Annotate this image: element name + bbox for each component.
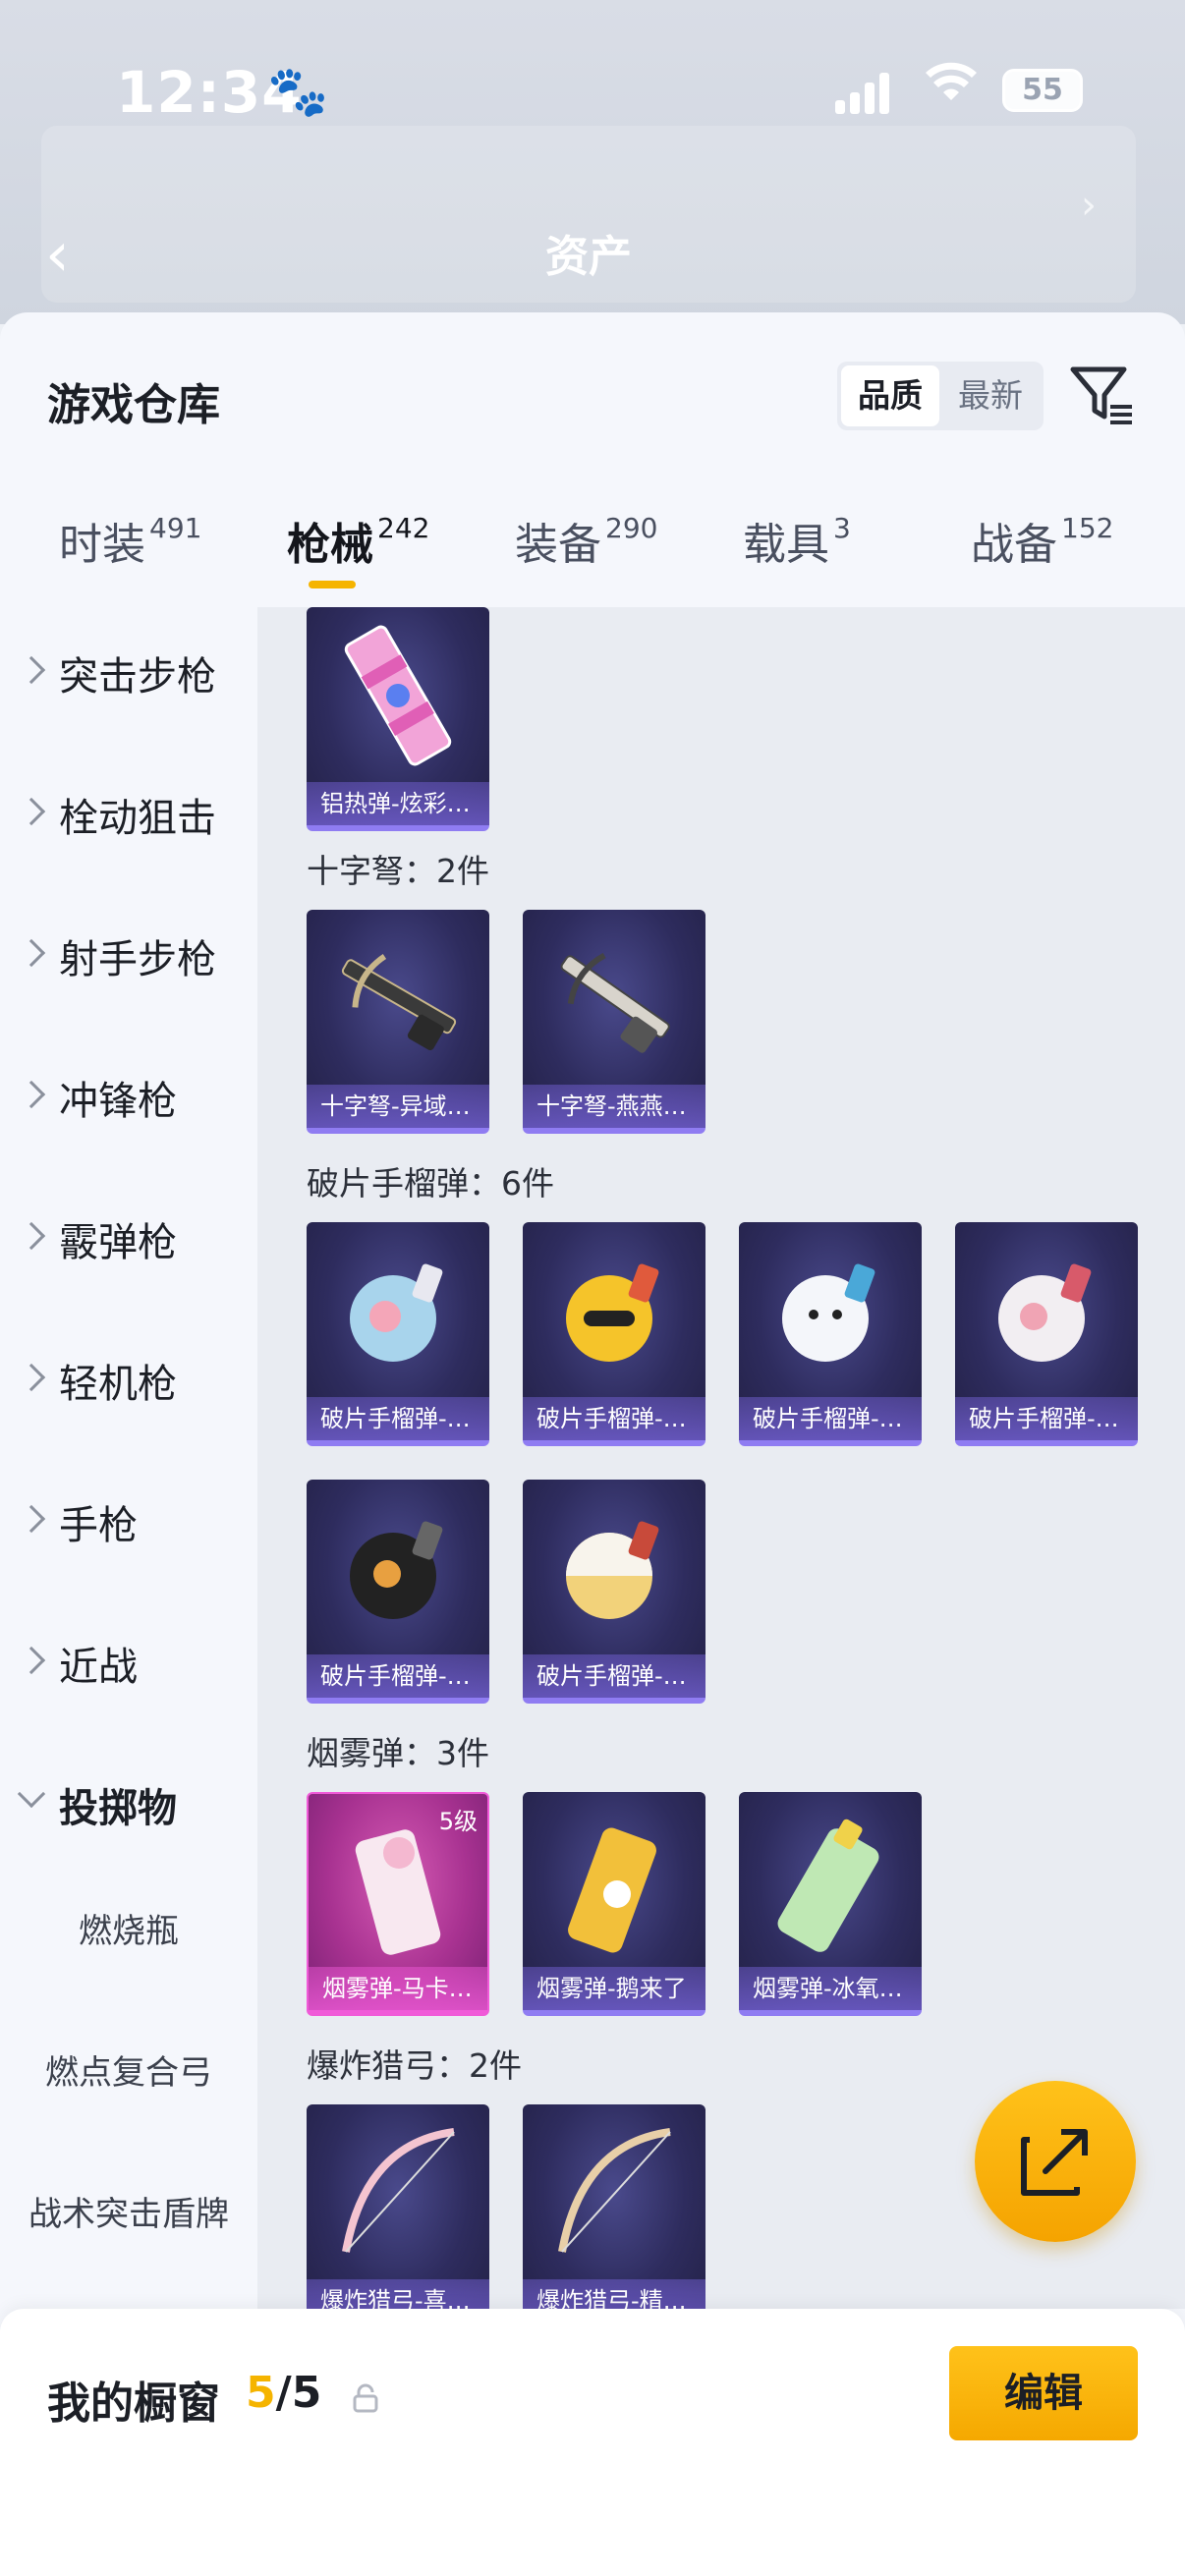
sort-by-newest-button[interactable]: 最新 bbox=[941, 365, 1040, 426]
item-card[interactable]: 爆炸猎弓-喜… bbox=[307, 2104, 489, 2309]
category-throwables[interactable]: 投掷物 bbox=[0, 1759, 257, 1857]
chevron-right-icon bbox=[17, 797, 46, 826]
item-grid: 铝热弹-炫彩… 十字弩：2件 十字弩-异域… 十字弩-燕燕… 破片手榴弹：6件 … bbox=[257, 607, 1185, 2309]
crossbow-icon bbox=[307, 910, 489, 1087]
item-card[interactable]: 5级 烟雾弹-马卡… bbox=[307, 1792, 489, 2016]
category-assault-rifle[interactable]: 突击步枪 bbox=[0, 627, 257, 725]
item-name: 破片手榴弹-… bbox=[307, 1397, 489, 1440]
smoke-grenade-icon bbox=[739, 1792, 922, 1969]
category-bolt-sniper[interactable]: 栓动狙击 bbox=[0, 768, 257, 867]
chevron-right-icon[interactable]: › bbox=[1081, 183, 1097, 228]
wifi-icon bbox=[924, 59, 979, 116]
back-arrow-icon[interactable]: ‹ bbox=[45, 218, 70, 290]
header-title: 资产 bbox=[545, 232, 632, 282]
item-card[interactable]: 破片手榴弹-… bbox=[739, 1222, 922, 1446]
item-name: 爆炸猎弓-喜… bbox=[307, 2279, 489, 2309]
subcategory-fire-bow[interactable]: 燃点复合弓 bbox=[0, 2045, 257, 2094]
thermite-grenade-icon bbox=[307, 607, 489, 784]
tab-equipment[interactable]: 装备 290 bbox=[515, 509, 657, 572]
frag-grenade-icon bbox=[307, 1222, 489, 1399]
category-shotgun[interactable]: 霰弹枪 bbox=[0, 1193, 257, 1291]
item-name: 十字弩-异域… bbox=[307, 1085, 489, 1128]
category-tabs: 时装 491 枪械 242 装备 290 载具 3 战备 152 bbox=[0, 489, 1185, 607]
chevron-right-icon bbox=[17, 938, 46, 968]
item-card[interactable]: 破片手榴弹-… bbox=[955, 1222, 1138, 1446]
frag-grenade-icon bbox=[523, 1480, 705, 1656]
item-card[interactable]: 爆炸猎弓-精… bbox=[523, 2104, 705, 2309]
subcategory-tactical-shield[interactable]: 战术突击盾牌 bbox=[0, 2187, 257, 2235]
chevron-right-icon bbox=[17, 1646, 46, 1675]
paw-icon: 🐾 bbox=[267, 63, 329, 120]
chevron-right-icon bbox=[17, 1363, 46, 1392]
lock-icon bbox=[352, 2383, 379, 2413]
edit-button[interactable]: 编辑 bbox=[949, 2346, 1138, 2440]
status-bar: 12:34 🐾 55 bbox=[0, 59, 1185, 128]
frag-grenade-icon bbox=[307, 1480, 489, 1656]
item-name: 破片手榴弹-… bbox=[955, 1397, 1138, 1440]
tab-firearms[interactable]: 枪械 242 bbox=[287, 509, 429, 572]
showcase-title: 我的橱窗 bbox=[47, 2379, 220, 2429]
frag-grenade-icon bbox=[739, 1222, 922, 1399]
section-label-crossbow: 十字弩：2件 bbox=[307, 852, 489, 890]
tab-vehicles[interactable]: 载具 3 bbox=[743, 509, 851, 572]
section-label-smoke-grenade: 烟雾弹：3件 bbox=[307, 1734, 489, 1772]
item-name: 铝热弹-炫彩… bbox=[307, 782, 489, 825]
category-melee[interactable]: 近战 bbox=[0, 1617, 257, 1715]
item-card[interactable]: 十字弩-异域… bbox=[307, 910, 489, 1134]
warehouse-sheet: 游戏仓库 品质 最新 时装 491 枪械 242 装备 290 载具 3 战备 152 突… bbox=[0, 312, 1185, 2576]
showcase-bar: 我的橱窗 5/5 编辑 bbox=[0, 2309, 1185, 2576]
item-name: 十字弩-燕燕… bbox=[523, 1085, 705, 1128]
item-card[interactable]: 破片手榴弹-… bbox=[307, 1480, 489, 1704]
section-label-frag-grenade: 破片手榴弹：6件 bbox=[307, 1164, 554, 1203]
smoke-grenade-icon bbox=[523, 1792, 705, 1969]
sheet-title: 游戏仓库 bbox=[47, 380, 220, 430]
item-card[interactable]: 烟雾弹-鹅来了 bbox=[523, 1792, 705, 2016]
crossbow-icon bbox=[523, 910, 705, 1087]
item-card[interactable]: 十字弩-燕燕… bbox=[523, 910, 705, 1134]
category-marksman-rifle[interactable]: 射手步枪 bbox=[0, 910, 257, 1008]
sort-toggle: 品质 最新 bbox=[837, 362, 1044, 430]
item-card[interactable]: 破片手榴弹-… bbox=[523, 1480, 705, 1704]
tab-tactical[interactable]: 战备 152 bbox=[971, 509, 1113, 572]
item-name: 烟雾弹-冰氧… bbox=[739, 1967, 922, 2010]
category-smg[interactable]: 冲锋枪 bbox=[0, 1051, 257, 1149]
chevron-right-icon bbox=[17, 1504, 46, 1534]
item-name: 破片手榴弹-… bbox=[523, 1397, 705, 1440]
category-lmg[interactable]: 轻机枪 bbox=[0, 1334, 257, 1432]
share-button[interactable] bbox=[975, 2081, 1136, 2242]
chevron-right-icon bbox=[17, 1080, 46, 1109]
category-pistol[interactable]: 手枪 bbox=[0, 1476, 257, 1574]
showcase-count: 5/5 bbox=[246, 2368, 322, 2418]
filter-icon[interactable] bbox=[1067, 360, 1140, 432]
item-name: 烟雾弹-马卡… bbox=[309, 1967, 487, 2010]
frag-grenade-icon bbox=[955, 1222, 1138, 1399]
item-card[interactable]: 铝热弹-炫彩… bbox=[307, 607, 489, 831]
weapon-category-list: 突击步枪 栓动狙击 射手步枪 冲锋枪 霰弹枪 轻机枪 手枪 近战 投掷物 燃烧瓶… bbox=[0, 607, 257, 2309]
background-header: 12:34 🐾 55 ‹ 资产 › bbox=[0, 0, 1185, 324]
bow-icon bbox=[523, 2104, 705, 2281]
battery-indicator: 55 bbox=[1002, 69, 1083, 112]
item-card[interactable]: 破片手榴弹-… bbox=[523, 1222, 705, 1446]
item-level-badge: 5级 bbox=[438, 1808, 478, 1835]
item-name: 破片手榴弹-… bbox=[739, 1397, 922, 1440]
chevron-down-icon bbox=[17, 1779, 46, 1809]
signal-icon bbox=[835, 71, 890, 114]
chevron-right-icon bbox=[17, 1221, 46, 1251]
share-icon bbox=[1021, 2129, 1088, 2196]
item-card[interactable]: 烟雾弹-冰氧… bbox=[739, 1792, 922, 2016]
chevron-right-icon bbox=[17, 655, 46, 685]
sort-by-quality-button[interactable]: 品质 bbox=[841, 365, 939, 426]
section-label-explosive-bow: 爆炸猎弓：2件 bbox=[307, 2046, 522, 2085]
item-card[interactable]: 破片手榴弹-… bbox=[307, 1222, 489, 1446]
item-name: 破片手榴弹-… bbox=[307, 1654, 489, 1698]
subcategory-molotov[interactable]: 燃烧瓶 bbox=[0, 1904, 257, 1952]
item-name: 烟雾弹-鹅来了 bbox=[523, 1967, 705, 2010]
item-name: 爆炸猎弓-精… bbox=[523, 2279, 705, 2309]
bow-icon bbox=[307, 2104, 489, 2281]
item-name: 破片手榴弹-… bbox=[523, 1654, 705, 1698]
active-tab-indicator bbox=[309, 581, 356, 588]
tab-fashion[interactable]: 时装 491 bbox=[59, 509, 201, 572]
frag-grenade-icon bbox=[523, 1222, 705, 1399]
